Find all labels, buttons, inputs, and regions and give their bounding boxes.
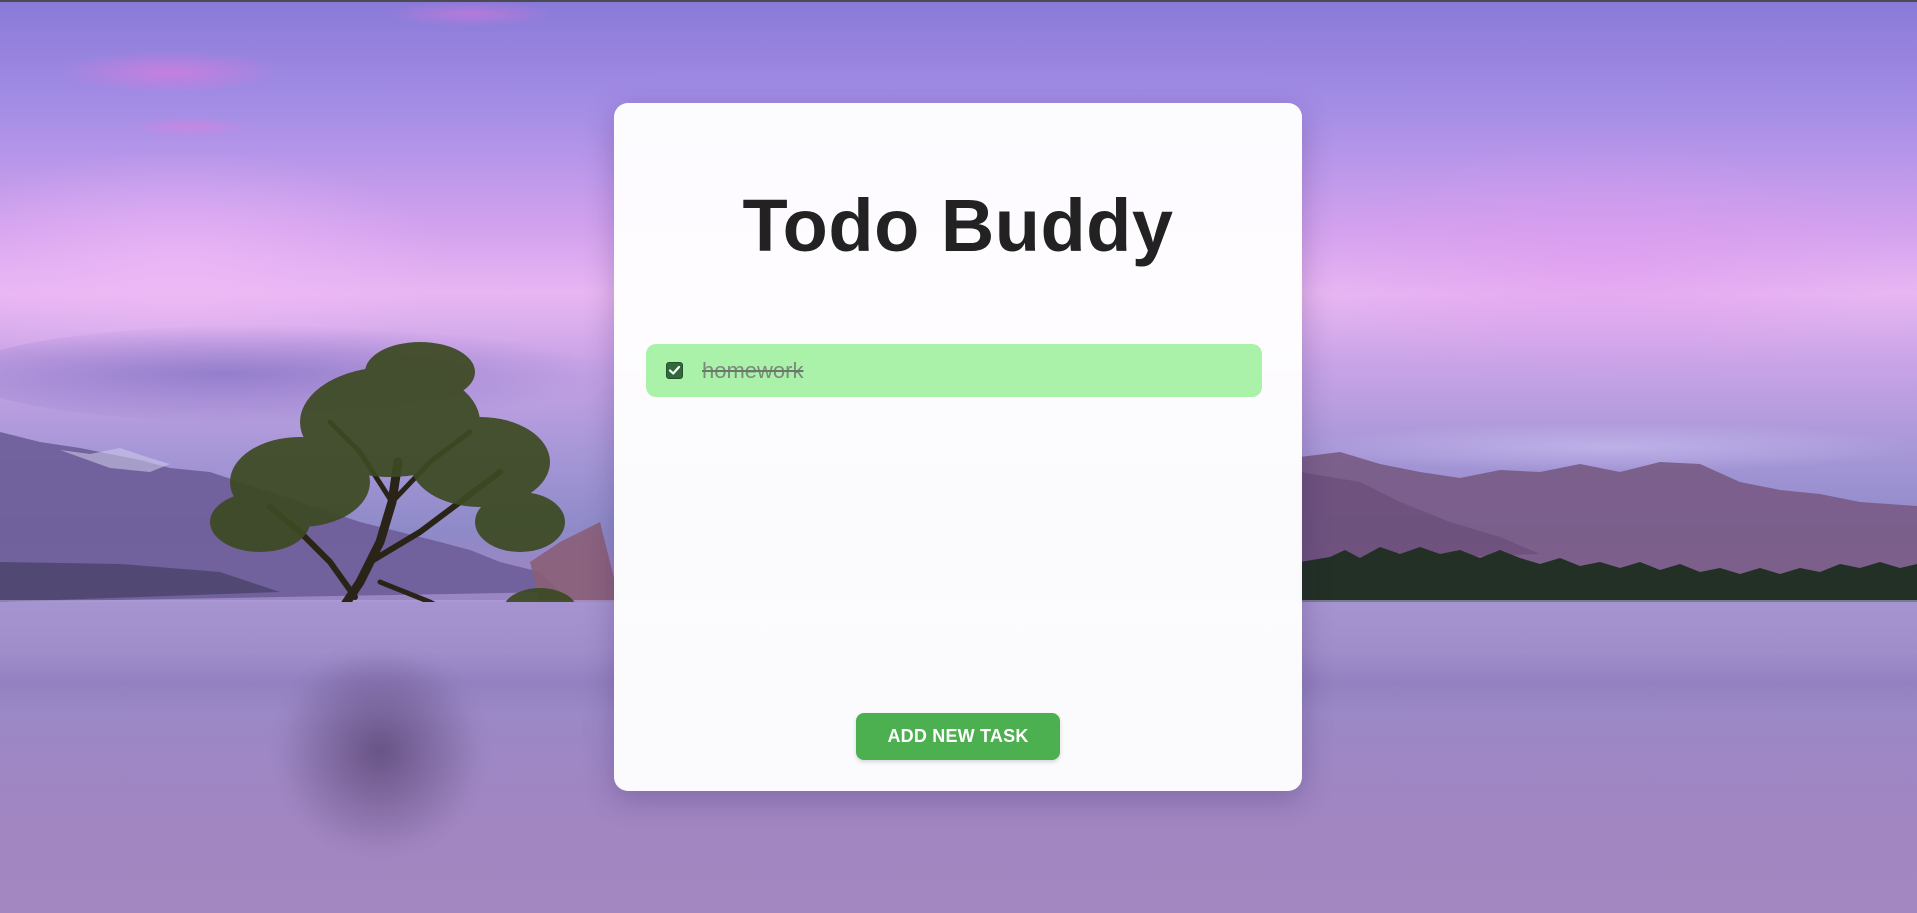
- todo-card: Todo Buddy homework ADD NEW TASK: [614, 103, 1302, 791]
- add-new-task-button[interactable]: ADD NEW TASK: [856, 713, 1060, 760]
- task-item[interactable]: homework: [646, 344, 1262, 397]
- tree-reflection: [220, 647, 540, 907]
- checkmark-icon: [668, 365, 681, 375]
- background-scene: Todo Buddy homework ADD NEW TASK: [0, 0, 1917, 913]
- app-title: Todo Buddy: [742, 184, 1174, 267]
- task-list: homework: [646, 344, 1262, 397]
- task-text: homework: [702, 357, 804, 383]
- task-checkbox[interactable]: [666, 362, 683, 379]
